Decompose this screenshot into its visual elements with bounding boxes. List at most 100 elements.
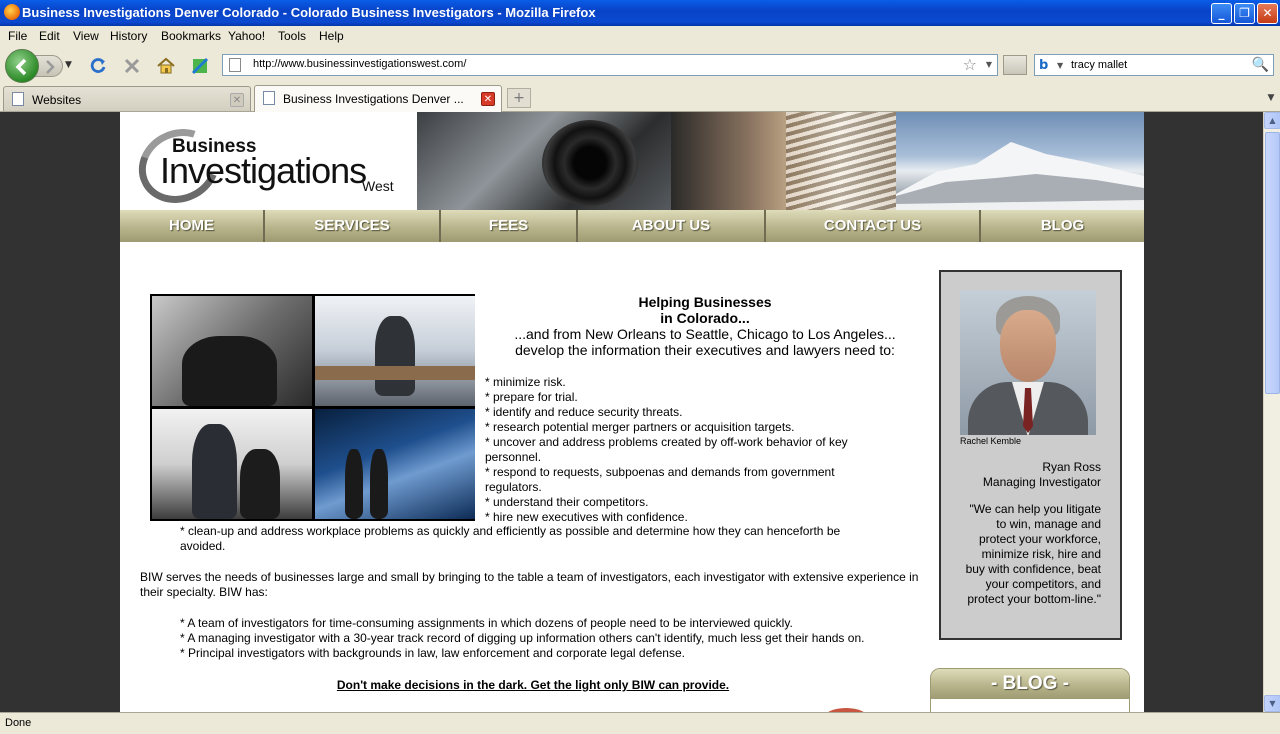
site-navigation: HOME SERVICES FEES ABOUT US CONTACT US B… — [120, 210, 1144, 242]
menu-bookmarks[interactable]: Bookmarks — [161, 29, 221, 43]
headline-line: ...and from New Orleans to Seattle, Chic… — [514, 326, 896, 342]
stop-icon[interactable] — [122, 56, 142, 76]
scroll-up-icon[interactable]: ▲ — [1264, 112, 1280, 129]
menu-bar: File Edit View History Bookmarks Yahoo! … — [0, 26, 1280, 46]
menu-view[interactable]: View — [73, 29, 99, 43]
blog-heading[interactable]: - BLOG - — [931, 669, 1129, 699]
figure — [240, 449, 280, 519]
history-dropdown-icon[interactable]: ▼ — [65, 60, 72, 70]
nav-contact-us[interactable]: CONTACT US — [766, 210, 981, 242]
menu-edit[interactable]: Edit — [39, 29, 60, 43]
menu-tools[interactable]: Tools — [278, 29, 306, 43]
business-photo-collage — [150, 294, 475, 521]
investigator-quote: "We can help you litigate to win, manage… — [965, 502, 1101, 606]
photo-meeting — [315, 296, 475, 406]
feed-button[interactable] — [1003, 55, 1027, 75]
logo-text-investigations: Investigations — [160, 150, 367, 191]
window-blinds — [786, 112, 896, 210]
scroll-down-icon[interactable]: ▼ — [1264, 695, 1280, 712]
photo-caption: Rachel Kemble — [960, 436, 1022, 446]
nav-home[interactable]: HOME — [120, 210, 265, 242]
tagline-link[interactable]: Don't make decisions in the dark. Get th… — [120, 678, 946, 692]
investigator-name-role: Ryan Ross Managing Investigator — [941, 460, 1101, 490]
headline-line: develop the information their executives… — [515, 342, 895, 358]
maximize-button[interactable]: ❐ — [1234, 3, 1255, 24]
capabilities-list: * A team of investigators for time-consu… — [180, 616, 940, 661]
tab-websites[interactable]: Websites ✕ — [3, 86, 251, 111]
tab-business-investigations[interactable]: Business Investigations Denver ... ✕ — [254, 85, 502, 112]
web-page: Business Investigations West HOME SERVIC… — [120, 112, 1144, 712]
figure — [375, 316, 415, 396]
list-item: * Principal investigators with backgroun… — [180, 646, 685, 660]
forward-button[interactable] — [35, 55, 63, 77]
site-header: Business Investigations West — [120, 112, 1144, 216]
reload-icon[interactable] — [88, 56, 108, 76]
list-item: * hire new executives with confidence. — [485, 510, 688, 524]
page-icon — [229, 58, 241, 72]
vertical-scrollbar[interactable]: ▲ ▼ — [1263, 112, 1280, 712]
search-input[interactable]: tracy mallet — [1071, 59, 1127, 71]
back-button[interactable] — [5, 49, 39, 83]
photo-phone-call — [152, 296, 312, 406]
menu-history[interactable]: History — [110, 29, 147, 43]
tab-label: Websites — [32, 93, 82, 107]
nav-about-us[interactable]: ABOUT US — [578, 210, 766, 242]
yahoo-toolbar-icon[interactable] — [190, 56, 210, 76]
figure — [182, 336, 277, 406]
title-bar: Business Investigations Denver Colorado … — [0, 0, 1280, 26]
investigator-profile: Rachel Kemble Ryan Ross Managing Investi… — [939, 270, 1122, 640]
figure — [345, 449, 363, 519]
url-dropdown-icon[interactable]: ▼ — [986, 60, 992, 69]
menu-yahoo[interactable]: Yahoo! — [228, 29, 265, 43]
nav-blog[interactable]: BLOG — [981, 210, 1144, 242]
menu-help[interactable]: Help — [319, 29, 344, 43]
close-tab-icon[interactable]: ✕ — [481, 92, 495, 106]
search-icon[interactable]: 🔍 — [1252, 57, 1269, 73]
minimize-button[interactable]: _ — [1211, 3, 1232, 24]
nav-fees[interactable]: FEES — [441, 210, 578, 242]
mountain-icon — [896, 142, 1144, 210]
status-bar: Done — [0, 712, 1280, 734]
list-item: * clean-up and address workplace problem… — [180, 524, 841, 553]
status-text: Done — [5, 717, 32, 729]
scroll-thumb[interactable] — [1265, 132, 1280, 394]
arrow-right-icon — [46, 60, 55, 74]
page-icon — [12, 92, 24, 106]
needs-list: * minimize risk. * prepare for trial. * … — [485, 375, 865, 525]
site-logo[interactable]: Business Investigations West — [120, 112, 417, 216]
blog-widget: - BLOG - — [930, 668, 1130, 712]
photo-handshake — [315, 409, 475, 519]
header-photo-phone — [671, 112, 896, 210]
address-bar[interactable]: http://www.businessinvestigationswest.co… — [222, 54, 998, 76]
list-item: * respond to requests, subpoenas and dem… — [485, 465, 835, 494]
figure — [370, 449, 388, 519]
investigator-name: Ryan Ross — [1042, 460, 1101, 474]
list-item: * A managing investigator with a 30-year… — [180, 631, 865, 645]
search-bar[interactable]: b ▼ tracy mallet 🔍 — [1034, 54, 1274, 76]
intro-headline: Helping Businesses in Colorado... ...and… — [510, 294, 900, 358]
logo-text-west: West — [362, 178, 394, 194]
search-engine-icon[interactable]: b — [1039, 58, 1048, 73]
home-icon[interactable] — [156, 56, 176, 76]
list-item: * A team of investigators for time-consu… — [180, 616, 793, 630]
photo-laptop-team — [152, 409, 312, 519]
header-photo-camera — [417, 112, 671, 210]
header-photo-mountains — [896, 112, 1144, 210]
new-tab-button[interactable]: + — [507, 88, 531, 108]
menu-file[interactable]: File — [8, 29, 27, 43]
engine-dropdown-icon[interactable]: ▼ — [1057, 61, 1063, 70]
list-item: * prepare for trial. — [485, 390, 578, 404]
content-viewport: Business Investigations West HOME SERVIC… — [0, 112, 1263, 712]
close-button[interactable]: ✕ — [1257, 3, 1278, 24]
close-tab-icon[interactable]: ✕ — [230, 93, 244, 107]
window-title: Business Investigations Denver Colorado … — [22, 5, 596, 20]
headline-line: Helping Businesses — [638, 294, 772, 310]
list-item: * identify and reduce security threats. — [485, 405, 683, 419]
nav-services[interactable]: SERVICES — [265, 210, 441, 242]
headline-line: in Colorado... — [660, 310, 750, 326]
bookmark-star-icon[interactable]: ☆ — [963, 55, 977, 74]
page-icon — [263, 91, 275, 105]
list-item: * research potential merger partners or … — [485, 420, 795, 434]
tab-label: Business Investigations Denver ... — [283, 92, 464, 106]
list-all-tabs-icon[interactable]: ▼ — [1262, 88, 1280, 108]
